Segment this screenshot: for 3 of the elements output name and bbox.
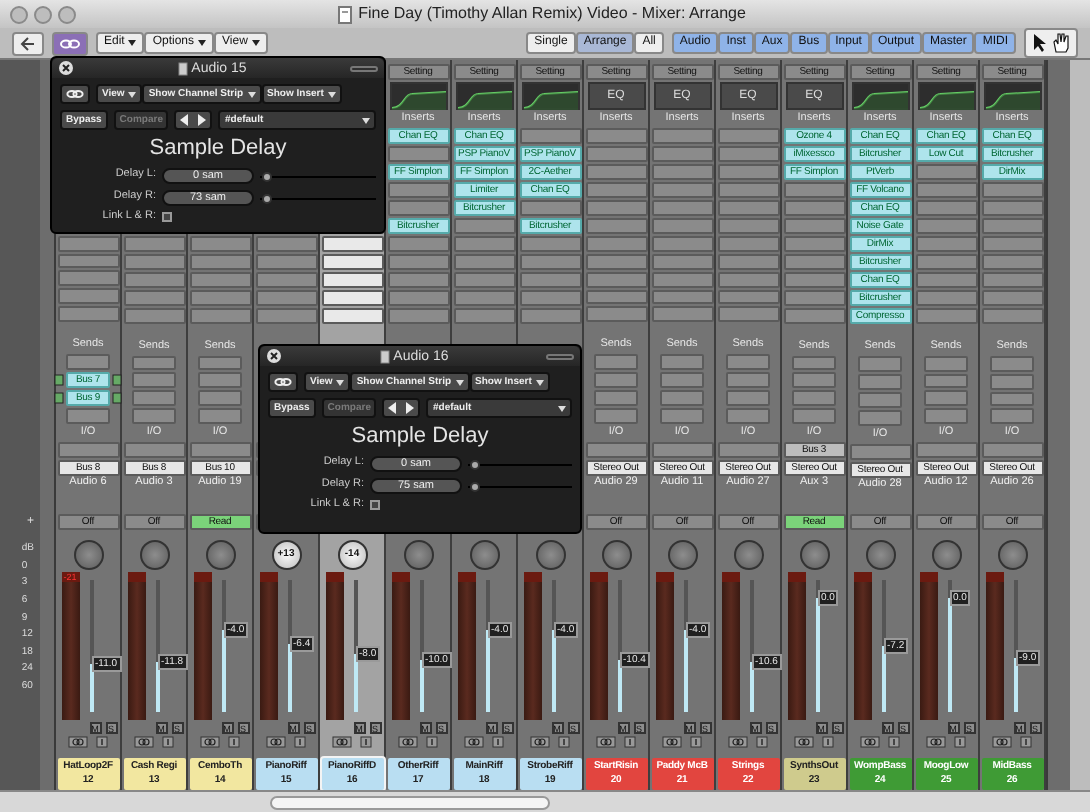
window-title: Fine Day (Timothy Allan Remix) Video - Mixer: Arrange [358,6,746,22]
plugin-name: Sample Delay [147,136,289,162]
plugin-name: Sample Delay [349,424,491,450]
